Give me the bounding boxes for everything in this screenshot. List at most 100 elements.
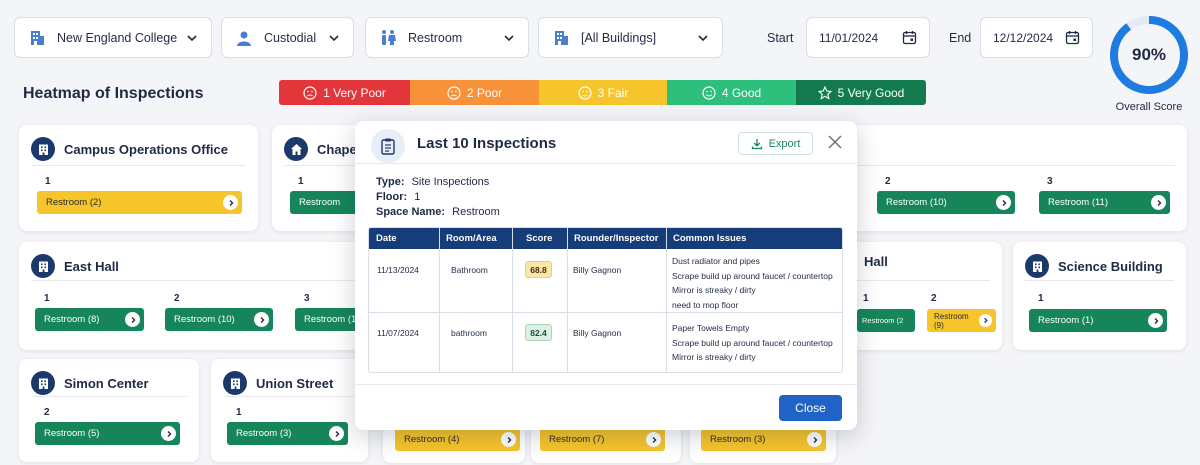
space-label: Restroom (3) [236, 428, 292, 439]
space-label: Restroom (8) [44, 314, 100, 325]
building-card-simon-center: Simon Center 2 Restroom (5) [19, 359, 199, 462]
space-restroom-button[interactable]: Restroom (10) [877, 191, 1015, 214]
export-button[interactable]: Export [738, 132, 813, 155]
building-name: Simon Center [64, 375, 149, 391]
chevron-right-icon [161, 426, 176, 441]
space-type-select[interactable]: Restroom [365, 17, 529, 58]
end-label: End [949, 31, 972, 45]
space-label: Restroom (5) [44, 428, 100, 439]
building-icon [223, 371, 247, 395]
column-header: Score [512, 228, 567, 249]
inspections-table: Date Room/Area Score Rounder/Inspector C… [368, 227, 843, 373]
chapel-icon [284, 137, 308, 161]
floor-number: 1 [44, 293, 50, 304]
chevron-down-icon [698, 34, 708, 41]
space-type-select-value: Restroom [408, 30, 463, 45]
space-restroom-button[interactable]: Restroom (7) [540, 428, 665, 451]
export-label: Export [768, 137, 801, 150]
type-value: Site Inspections [411, 176, 490, 188]
legend-poor: 2 Poor [410, 80, 539, 105]
row-room: bathroom [451, 328, 487, 338]
space-row: Space Name: Restroom [376, 206, 500, 218]
campus-select[interactable]: New England College [14, 17, 212, 58]
start-date-value: 11/01/2024 [819, 30, 879, 45]
space-restroom-button[interactable]: Restroom (5) [35, 422, 180, 445]
space-restroom-button[interactable]: Restroom (9) [927, 309, 996, 332]
space-label: Restroom [299, 197, 341, 208]
building-icon [31, 371, 55, 395]
building-name: Science Building [1058, 258, 1163, 274]
space-restroom-button[interactable]: Restroom (1) [1029, 309, 1167, 332]
building-card-east-hall: East Hall 1 2 3 Restroom (8) Restroom (1… [19, 242, 389, 350]
end-date-value: 12/12/2024 [993, 30, 1054, 45]
column-header: Date [369, 228, 439, 249]
space-restroom-button[interactable]: Restroom (2) [37, 191, 242, 214]
issue-item: Mirror is streaky / dirty [672, 352, 756, 362]
floor-number: 1 [298, 176, 304, 187]
legend-label: 5 Very Good [837, 85, 905, 100]
legend-very-poor: 1 Very Poor [279, 80, 410, 105]
legend-label: 4 Good [721, 85, 762, 100]
space-value: Restroom [452, 206, 500, 218]
close-icon[interactable] [827, 134, 843, 150]
legend-label: 3 Fair [597, 85, 629, 100]
space-restroom-button[interactable]: Restroom (3) [701, 428, 826, 451]
space-label: Restroom (2) [46, 197, 102, 208]
floor-number: 1 [1038, 293, 1044, 304]
space-restroom-button[interactable]: Restroom (2 [857, 309, 915, 332]
chevron-right-icon [254, 312, 269, 327]
floor-number: 2 [931, 293, 937, 304]
chevron-down-icon [329, 34, 339, 41]
space-restroom-button[interactable]: Restroom (8) [35, 308, 144, 331]
type-label: Type: [376, 176, 405, 188]
space-restroom-button[interactable]: Restroom (10) [165, 308, 273, 331]
column-header: Rounder/Inspector [567, 228, 666, 249]
building-name: Union Street [256, 375, 334, 391]
chevron-right-icon [125, 312, 140, 327]
chevron-right-icon [329, 426, 344, 441]
building-card-partial: 2 3 Restroom (10) Restroom (11) [845, 125, 1187, 231]
chevron-down-icon [504, 34, 514, 41]
space-restroom-button[interactable]: Restroom (3) [227, 422, 348, 445]
building-card-union-street: Union Street 1 Restroom (3) [211, 359, 368, 462]
campus-select-value: New England College [57, 30, 178, 45]
space-label: Restroom (1) [1038, 315, 1094, 326]
person-icon [234, 28, 254, 48]
legend-fair: 3 Fair [539, 80, 667, 105]
floor-label: Floor: [376, 191, 408, 203]
space-label: Space Name: [376, 206, 446, 218]
issue-item: Dust radiator and pipes [672, 256, 760, 266]
calendar-icon[interactable] [902, 30, 917, 45]
space-restroom-button[interactable]: Restroom (4) [395, 428, 520, 451]
heatmap-title: Heatmap of Inspections [23, 85, 204, 102]
space-label: Restroom (10) [174, 314, 235, 325]
chevron-right-icon [1148, 313, 1163, 328]
issue-item: Scrape build up around faucet / countert… [672, 337, 833, 348]
department-select[interactable]: Custodial [221, 17, 354, 58]
chevron-right-icon [1151, 195, 1166, 210]
score-badge: 82.4 [525, 324, 552, 341]
space-restroom-button[interactable]: Restroom (11) [1039, 191, 1170, 214]
legend-good: 4 Good [667, 80, 796, 105]
space-label: Restroom (3) [710, 434, 766, 445]
floor-number: 1 [863, 293, 869, 304]
calendar-icon[interactable] [1065, 30, 1080, 45]
buildings-select-value: [All Buildings] [581, 30, 657, 45]
issue-item: Paper Towels Empty [672, 323, 750, 333]
issue-item: Scrape build up around faucet / countert… [672, 270, 833, 281]
smile-face-icon [702, 85, 716, 100]
row-date: 11/13/2024 [377, 265, 419, 275]
building-icon [551, 28, 571, 48]
close-button[interactable]: Close [779, 395, 842, 421]
space-label: Restroom (2 [862, 316, 904, 325]
row-inspector: Billy Gagnon [573, 328, 622, 338]
end-date-field[interactable]: 12/12/2024 [980, 17, 1093, 58]
inspections-modal: Last 10 Inspections Export Type: Site In… [355, 121, 857, 430]
chevron-right-icon [223, 195, 238, 210]
floor-number: 3 [1047, 176, 1053, 187]
department-select-value: Custodial [264, 30, 317, 45]
space-label: Restroom (11) [1048, 197, 1109, 208]
start-date-field[interactable]: 11/01/2024 [806, 17, 930, 58]
buildings-select[interactable]: [All Buildings] [538, 17, 723, 58]
building-name: Chape [317, 141, 357, 157]
